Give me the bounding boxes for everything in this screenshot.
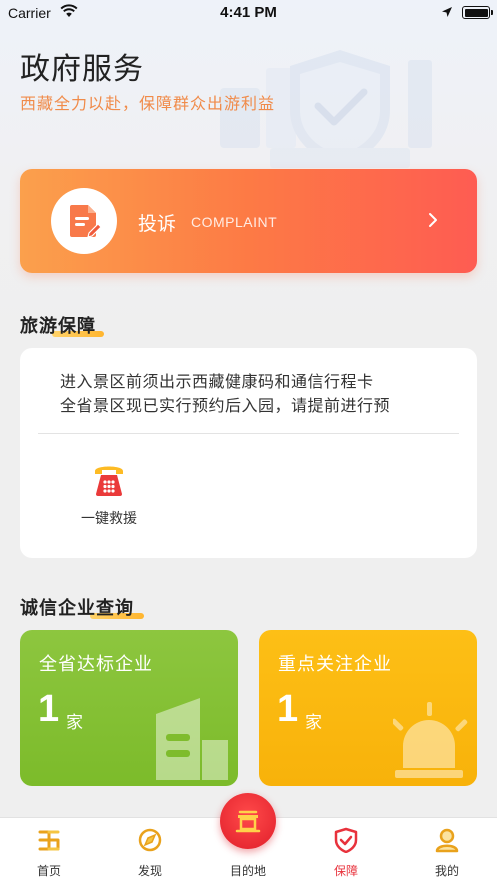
tab-home[interactable]: 首页 xyxy=(19,818,79,883)
rescue-label: 一键救援 xyxy=(81,511,137,527)
building-icon xyxy=(156,698,228,780)
card-count: 1 xyxy=(38,688,60,730)
tab-label: 首页 xyxy=(36,864,61,878)
tab-label-destination: 目的地 xyxy=(229,864,266,878)
complaint-sub-label: COMPLAINT xyxy=(191,214,278,230)
tab-label: 保障 xyxy=(333,864,358,878)
tab-discover[interactable]: 发现 xyxy=(120,818,180,883)
notice-line[interactable]: 全省景区现已实行预约后入园，请提前进行预 xyxy=(60,392,390,416)
clock: 4:41 PM xyxy=(220,4,277,21)
card-title: 重点关注企业 xyxy=(278,654,392,675)
section-title-enterprise-query: 诚信企业查询 xyxy=(20,594,144,620)
card-unit: 家 xyxy=(305,713,322,733)
section-title-tourism-guarantee: 旅游保障 xyxy=(20,312,104,338)
complaint-icon-badge xyxy=(51,188,117,254)
qualified-enterprises-card[interactable]: 全省达标企业 1 家 xyxy=(20,630,238,786)
chevron-right-icon xyxy=(429,213,437,227)
page-title: 政府服务 xyxy=(20,52,144,87)
tab-guarantee[interactable]: 保障 xyxy=(316,818,376,883)
card-count: 1 xyxy=(277,688,299,730)
battery-icon xyxy=(462,6,493,19)
alarm-siren-icon xyxy=(393,702,468,778)
notice-line[interactable]: 进入景区前须出示西藏健康码和通信行程卡 xyxy=(60,368,374,392)
tab-label: 发现 xyxy=(137,864,162,878)
complaint-label: 投诉 xyxy=(138,213,177,235)
destination-gate-icon xyxy=(235,810,261,833)
home-swirl-icon xyxy=(38,830,60,851)
document-edit-icon xyxy=(70,205,102,238)
location-arrow-icon xyxy=(442,7,452,17)
tourism-guarantee-card: 进入景区前须出示西藏健康码和通信行程卡 全省景区现已实行预约后入园，请提前进行预… xyxy=(20,348,477,558)
page-subtitle: 西藏全力以赴，保障群众出游利益 xyxy=(20,94,276,113)
tab-label: 我的 xyxy=(434,864,459,878)
shield-check-icon xyxy=(334,827,358,853)
key-attention-enterprises-card[interactable]: 重点关注企业 1 家 xyxy=(259,630,477,786)
card-unit: 家 xyxy=(66,713,83,733)
card-title: 全省达标企业 xyxy=(39,654,153,675)
tab-me[interactable]: 我的 xyxy=(417,818,477,883)
divider xyxy=(38,433,459,434)
complaint-button[interactable]: 投诉 COMPLAINT xyxy=(20,169,477,273)
status-bar: Carrier 4:41 PM xyxy=(0,0,497,26)
tab-destination-button[interactable] xyxy=(220,793,276,849)
user-profile-icon xyxy=(435,828,459,853)
discover-compass-icon xyxy=(138,828,162,852)
telephone-icon xyxy=(95,466,123,496)
